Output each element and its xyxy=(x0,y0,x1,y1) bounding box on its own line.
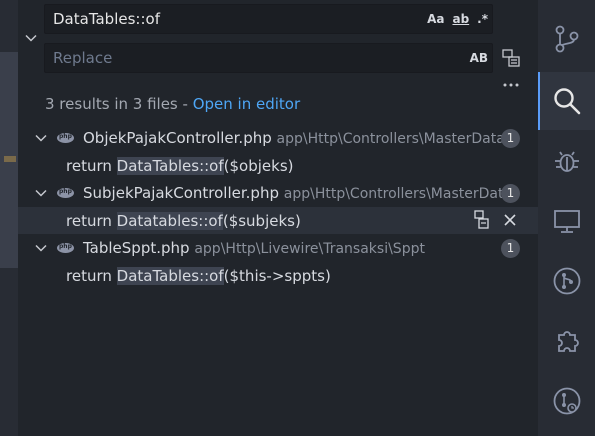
match-count-badge: 1 xyxy=(501,239,520,258)
search-view: DataTables::of Aa ab .* AB xyxy=(0,0,595,436)
search-options: Aa ab .* xyxy=(427,5,488,33)
activity-extensions[interactable] xyxy=(538,312,595,370)
regex-toggle[interactable]: .* xyxy=(477,12,488,26)
match-suffix: ($objeks) xyxy=(223,156,294,175)
match-row[interactable]: return DataTables::of ($objeks) xyxy=(18,152,538,179)
match-count-badge: 1 xyxy=(501,184,520,203)
replace-input-box[interactable] xyxy=(53,49,353,67)
file-name-text: TableSppt.php xyxy=(83,239,190,257)
php-file-icon xyxy=(57,133,74,143)
match-case-toggle[interactable]: Aa xyxy=(427,12,444,26)
dismiss-icon[interactable] xyxy=(503,213,517,227)
more-actions-button[interactable] xyxy=(500,76,522,90)
match-row[interactable]: return DataTables::of ($this->sppts) xyxy=(18,262,538,289)
activity-bar xyxy=(538,0,595,436)
match-suffix: ($this->sppts) xyxy=(223,266,331,285)
file-path: app\Http\Livewire\Transaksi\Sppt xyxy=(194,241,425,257)
activity-debug[interactable] xyxy=(538,132,595,190)
match-suffix: ($subjeks) xyxy=(222,211,301,230)
replace-all-button[interactable] xyxy=(500,47,522,69)
file-name: ObjekPajakController.php app\Http\Contro… xyxy=(83,129,505,147)
match-prefix: return xyxy=(66,211,112,230)
chevron-down-icon[interactable] xyxy=(34,131,48,145)
editor-edge xyxy=(0,0,18,436)
toggle-replace-button[interactable] xyxy=(22,28,40,48)
file-name: SubjekPajakController.php app\Http\Contr… xyxy=(83,184,512,202)
replace-all-icon xyxy=(502,49,520,67)
scrollbar-marker xyxy=(4,156,16,162)
extensions-icon xyxy=(557,331,579,352)
file-row[interactable]: ObjekPajakController.php app\Http\Contro… xyxy=(18,124,538,152)
preserve-case-toggle[interactable]: AB xyxy=(470,51,488,65)
file-name: TableSppt.php app\Http\Livewire\Transaks… xyxy=(83,239,425,257)
match-actions xyxy=(473,210,517,230)
file-path: app\Http\Controllers\MasterData xyxy=(283,186,513,202)
remote-explorer-icon xyxy=(553,210,580,233)
replace-input[interactable]: AB xyxy=(44,43,493,73)
match-row[interactable]: return Datatables::of ($subjeks) xyxy=(18,207,538,234)
file-row[interactable]: SubjekPajakController.php app\Http\Contr… xyxy=(18,179,538,207)
debug-icon xyxy=(554,151,579,172)
file-path: app\Http\Controllers\MasterData xyxy=(276,131,505,147)
chevron-down-icon[interactable] xyxy=(34,241,48,255)
open-in-editor-link[interactable]: Open in editor xyxy=(193,95,300,113)
php-file-icon xyxy=(57,188,74,198)
activity-remote-explorer[interactable] xyxy=(538,192,595,250)
match-prefix: return xyxy=(66,266,112,285)
activity-source-control[interactable] xyxy=(538,10,595,68)
match-highlight: DataTables::of xyxy=(116,156,224,175)
search-icon xyxy=(553,88,580,115)
match-highlight: Datatables::of xyxy=(116,211,223,230)
file-row[interactable]: TableSppt.php app\Http\Livewire\Transaks… xyxy=(18,234,538,262)
results-tree: ObjekPajakController.php app\Http\Contro… xyxy=(18,124,538,289)
replace-icon[interactable] xyxy=(473,210,491,230)
php-file-icon xyxy=(57,243,74,253)
search-panel: DataTables::of Aa ab .* AB xyxy=(18,0,538,436)
results-count: 3 results in 3 files - xyxy=(45,95,193,113)
source-control-icon xyxy=(555,25,578,53)
whole-word-toggle[interactable]: ab xyxy=(452,12,469,26)
activity-git-graph[interactable] xyxy=(538,252,595,310)
ellipsis-icon xyxy=(503,83,519,87)
git-graph-icon xyxy=(553,267,580,295)
search-input[interactable]: DataTables::of Aa ab .* xyxy=(44,4,493,34)
chevron-down-icon[interactable] xyxy=(34,186,48,200)
git-history-icon xyxy=(553,387,580,415)
replace-options: AB xyxy=(470,44,488,72)
search-input-value: DataTables::of xyxy=(53,10,160,28)
results-summary: 3 results in 3 files - Open in editor xyxy=(45,95,300,113)
activity-git-history[interactable] xyxy=(538,372,595,430)
file-name-text: ObjekPajakController.php xyxy=(83,129,272,147)
activity-search[interactable] xyxy=(538,72,595,130)
match-highlight: DataTables::of xyxy=(116,266,224,285)
match-prefix: return xyxy=(66,156,112,175)
match-count-badge: 1 xyxy=(501,129,520,148)
file-name-text: SubjekPajakController.php xyxy=(83,184,279,202)
chevron-down-icon xyxy=(25,34,37,42)
